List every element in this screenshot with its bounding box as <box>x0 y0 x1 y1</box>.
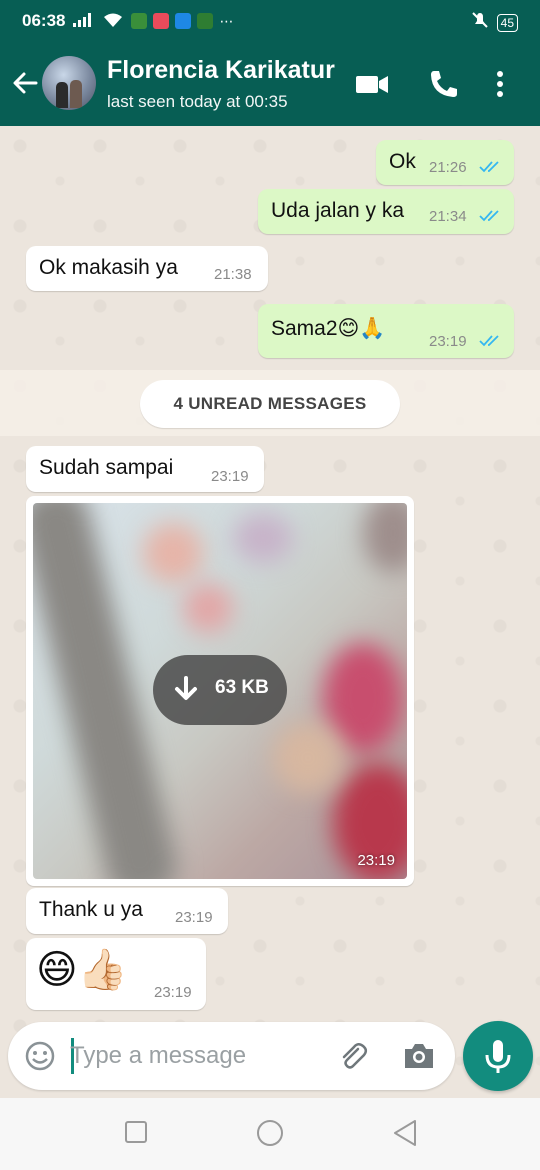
image-preview[interactable]: 63 KB 23:19 <box>33 503 407 879</box>
video-call-icon[interactable] <box>354 66 390 102</box>
double-check-icon <box>479 210 499 222</box>
message-time: 23:19 <box>154 984 192 1001</box>
double-check-icon <box>479 335 499 347</box>
app-notification-icon <box>153 13 170 29</box>
more-options-icon[interactable] <box>490 66 510 102</box>
message-bubble-outgoing[interactable]: Uda jalan y ka 21:34 <box>258 189 514 234</box>
back-button-icon[interactable] <box>392 1119 418 1152</box>
avatar[interactable] <box>42 56 96 110</box>
chat-header: Florencia Karikatur last seen today at 0… <box>0 42 540 126</box>
image-message[interactable]: 63 KB 23:19 <box>26 496 414 886</box>
message-time: 23:19 <box>429 333 467 350</box>
chat-area[interactable]: Ok 21:26 Uda jalan y ka 21:34 Ok makasih… <box>0 126 540 1144</box>
emoji-icon[interactable] <box>24 1040 56 1077</box>
message-time: 21:34 <box>429 208 467 225</box>
microphone-icon <box>485 1040 511 1073</box>
home-button-icon[interactable] <box>256 1119 284 1152</box>
more-notifications-icon: ⋯ <box>219 12 234 29</box>
message-time: 23:19 <box>357 852 395 869</box>
back-arrow-icon[interactable] <box>10 68 40 98</box>
recents-button-icon[interactable] <box>124 1120 148 1149</box>
message-time: 21:26 <box>429 159 467 176</box>
attach-icon[interactable] <box>336 1039 370 1078</box>
message-text: Uda jalan y ka <box>271 199 405 222</box>
download-button[interactable]: 63 KB <box>153 655 287 725</box>
app-notification-icon <box>175 13 192 29</box>
contact-name[interactable]: Florencia Karikatur <box>107 56 335 85</box>
app-notification-icon <box>131 13 148 29</box>
camera-icon[interactable] <box>402 1040 436 1077</box>
message-text: Ok makasih ya <box>39 256 178 279</box>
message-bubble-incoming[interactable]: Thank u ya 23:19 <box>26 888 228 934</box>
last-seen-status[interactable]: last seen today at 00:35 <box>107 92 288 112</box>
message-text: Thank u ya <box>39 898 143 921</box>
voice-record-button[interactable] <box>463 1021 533 1091</box>
message-text: Sama2😊🙏 <box>271 317 386 340</box>
unread-messages-label: 4 UNREAD MESSAGES <box>140 380 400 428</box>
message-composer <box>8 1022 455 1090</box>
double-check-icon <box>479 161 499 173</box>
message-time: 23:19 <box>211 468 249 485</box>
message-bubble-outgoing[interactable]: Ok 21:26 <box>376 140 514 185</box>
wifi-icon <box>103 12 123 31</box>
message-text: Ok <box>389 150 416 173</box>
app-notification-icon <box>197 13 214 29</box>
message-text: 😄👍🏻 <box>36 948 128 992</box>
battery-indicator: 45 <box>496 13 518 32</box>
message-bubble-incoming[interactable]: 😄👍🏻 23:19 <box>26 938 206 1010</box>
message-bubble-incoming[interactable]: Ok makasih ya 21:38 <box>26 246 268 291</box>
message-text: Sudah sampai <box>39 456 174 479</box>
download-size: 63 KB <box>215 677 269 698</box>
message-bubble-outgoing[interactable]: Sama2😊🙏 23:19 <box>258 304 514 358</box>
status-bar: 06:38 ⋯ 45 <box>0 0 540 42</box>
mute-icon <box>471 11 489 34</box>
status-time: 06:38 <box>22 11 66 30</box>
message-input[interactable] <box>70 1036 320 1076</box>
message-time: 23:19 <box>175 909 213 926</box>
signal-icon <box>73 12 95 30</box>
system-nav-bar <box>0 1098 540 1170</box>
message-time: 21:38 <box>214 266 252 283</box>
message-bubble-incoming[interactable]: Sudah sampai 23:19 <box>26 446 264 492</box>
voice-call-icon[interactable] <box>426 66 462 102</box>
download-icon <box>175 676 197 700</box>
